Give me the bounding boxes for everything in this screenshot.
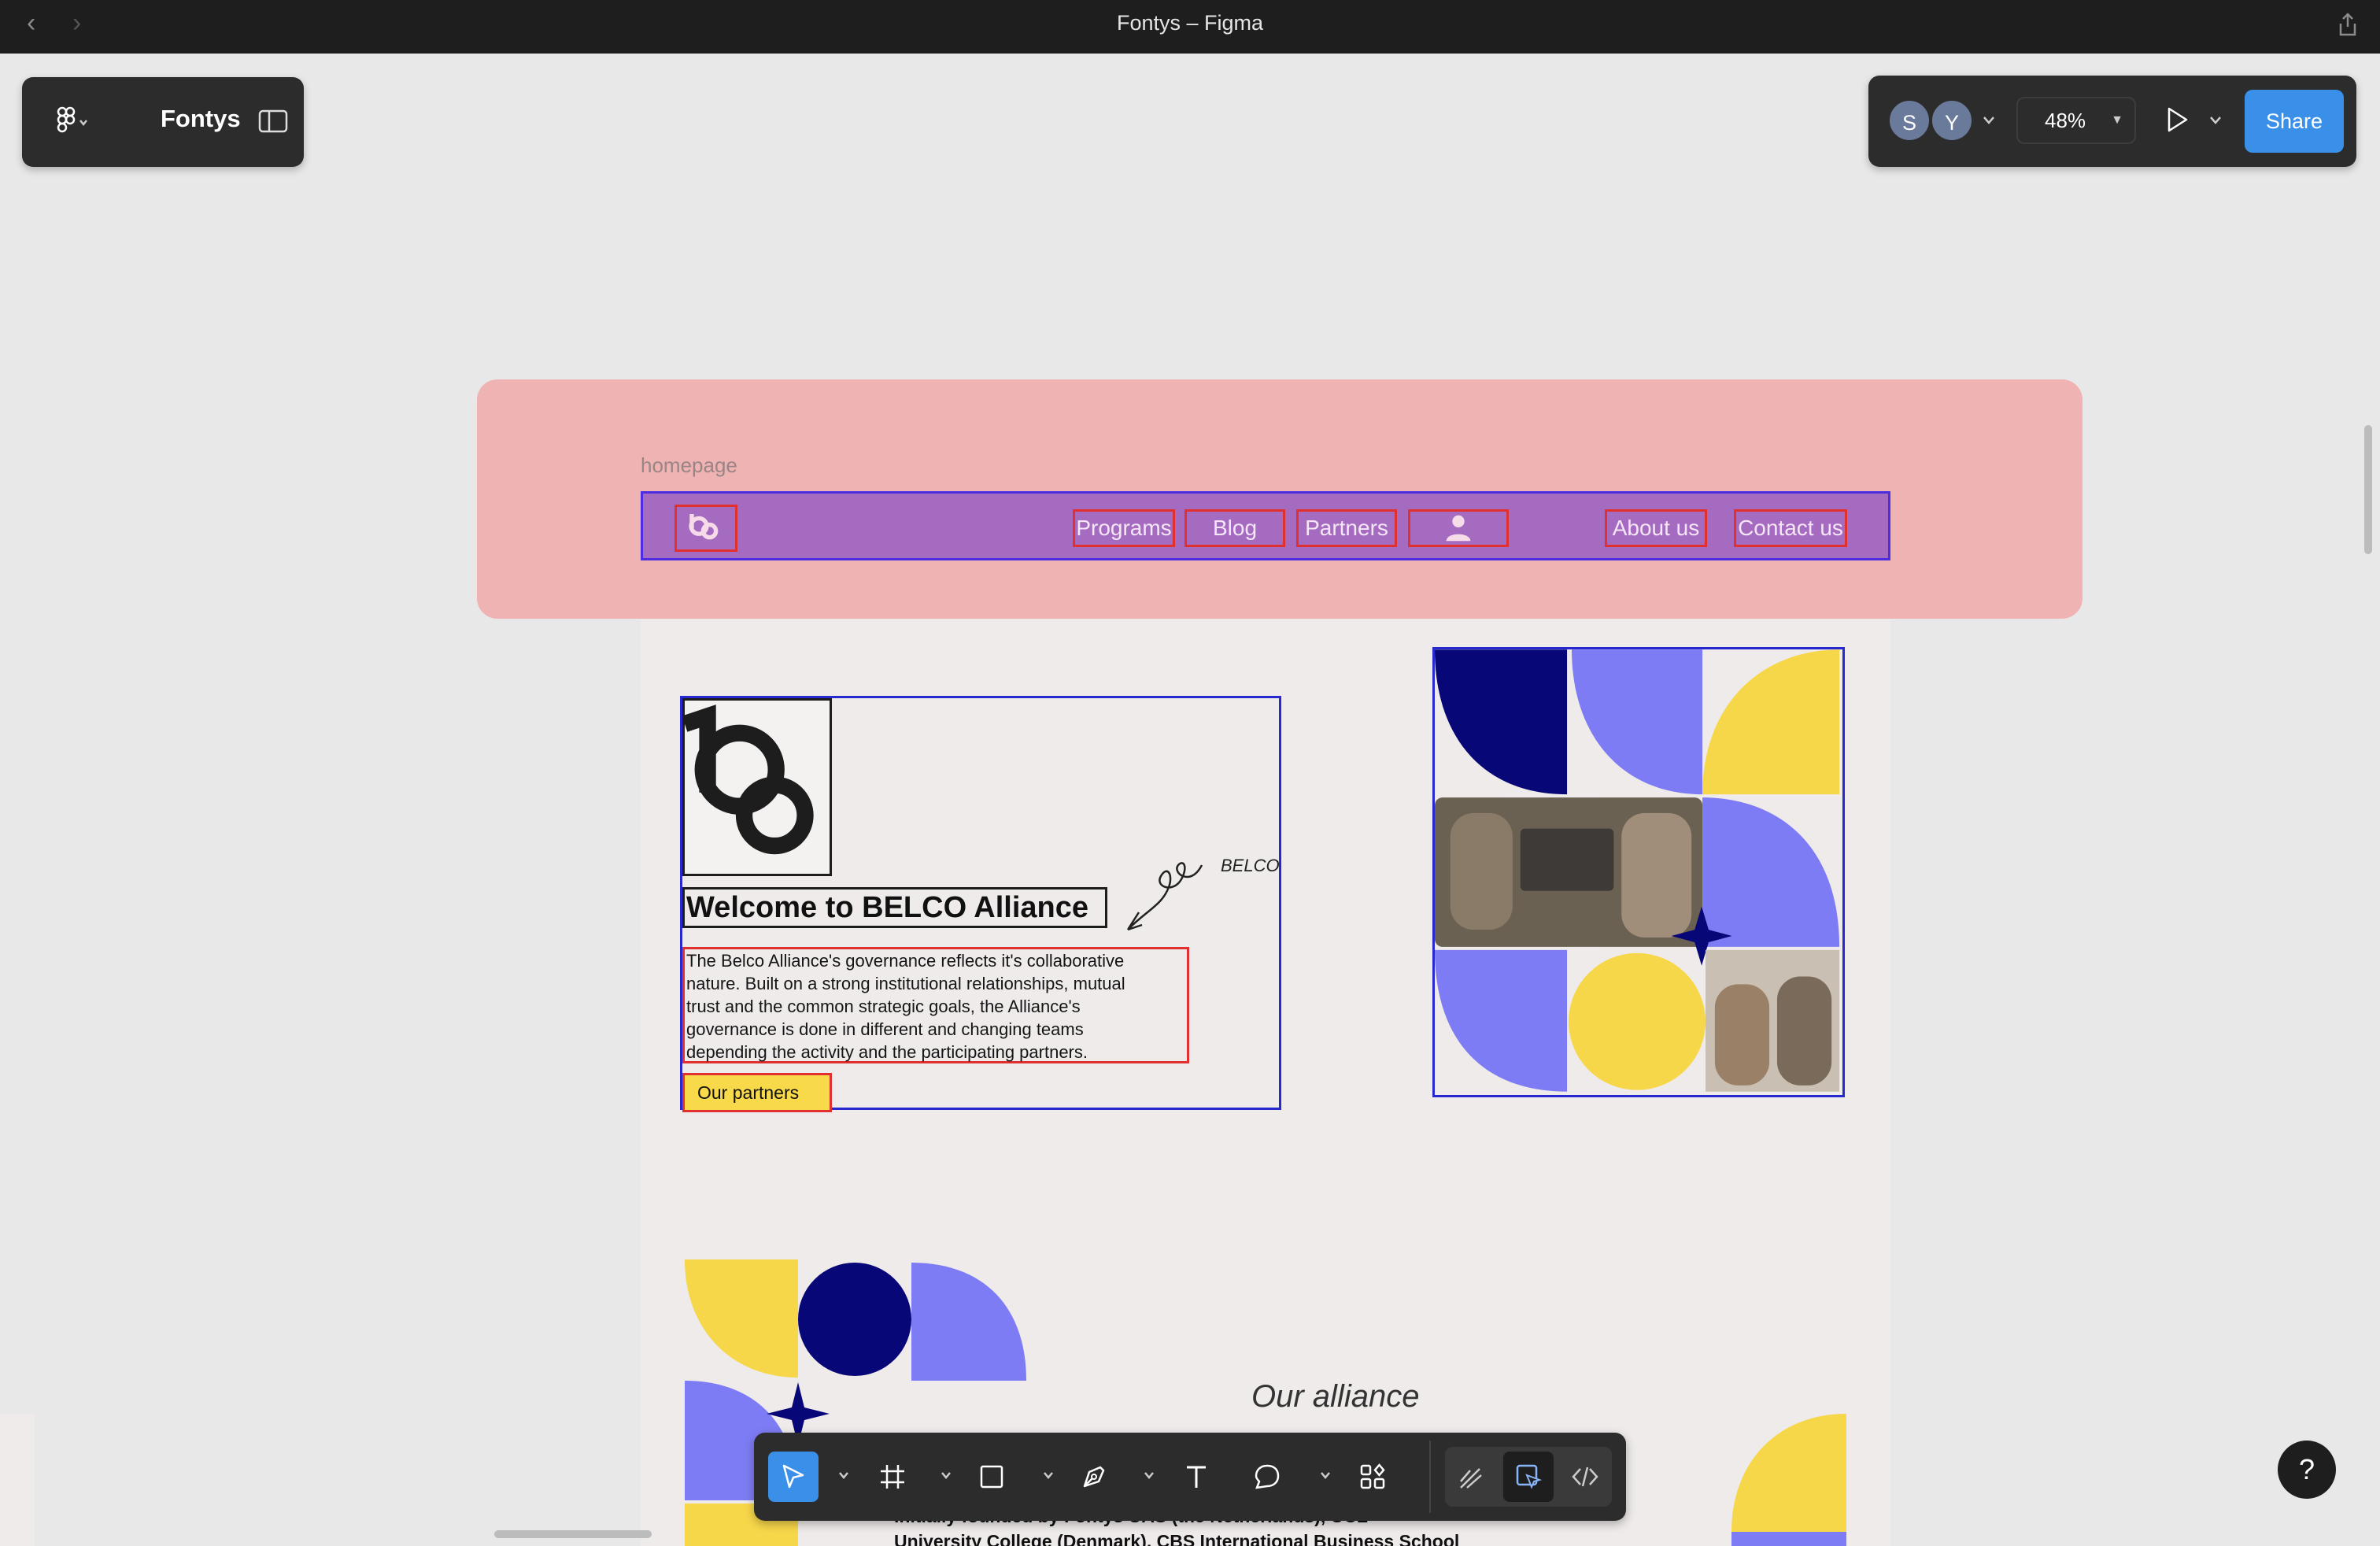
text-tool[interactable] — [1171, 1452, 1221, 1502]
cursor-arrow-icon — [782, 1464, 804, 1489]
chevron-down-icon[interactable] — [1319, 1470, 1332, 1480]
file-panel: Fontys — [22, 77, 304, 167]
present-play-icon[interactable] — [2161, 104, 2193, 135]
frame-label[interactable]: homepage — [641, 453, 737, 478]
comment-tool[interactable] — [1242, 1452, 1292, 1502]
avatar[interactable]: Y — [1930, 98, 1974, 142]
our-partners-button[interactable]: Our partners — [682, 1073, 832, 1112]
user-icon — [1446, 515, 1471, 542]
alliance-decor-graphic-right — [1731, 1414, 1846, 1546]
chevron-down-icon[interactable] — [940, 1470, 952, 1480]
vertical-scrollbar[interactable] — [2364, 425, 2372, 554]
share-button[interactable]: Share — [2245, 90, 2344, 153]
file-name[interactable]: Fontys — [161, 105, 241, 133]
frame-tool[interactable] — [867, 1452, 918, 1502]
hero-description-line: depending the activity and the participa… — [686, 1042, 1088, 1062]
chevron-down-icon[interactable] — [1042, 1470, 1055, 1480]
belco-logo-icon — [689, 514, 719, 540]
nav-link-about[interactable]: About us — [1605, 509, 1707, 547]
chevron-down-icon: ▼ — [2111, 113, 2123, 127]
site-navbar[interactable]: Programs Blog Partners About us Contact … — [641, 491, 1890, 560]
tools-toolbar — [754, 1433, 1626, 1521]
design-mode-icon — [1516, 1464, 1543, 1489]
signature-squiggle-icon — [1126, 862, 1203, 931]
hero-mosaic[interactable] — [1432, 647, 1845, 1097]
resources-grid-icon — [1360, 1463, 1385, 1489]
zoom-select[interactable]: 48% ▼ — [2016, 97, 2136, 144]
draw-squiggle-icon — [1460, 1468, 1482, 1489]
chevron-down-icon[interactable] — [2208, 115, 2223, 126]
horizontal-scrollbar[interactable] — [494, 1530, 652, 1538]
window-titlebar: ‹ › Fontys – Figma — [0, 0, 2380, 54]
chevron-down-icon[interactable] — [1143, 1470, 1155, 1480]
nav-link-contact[interactable]: Contact us — [1734, 509, 1847, 547]
nav-link-programs[interactable]: Programs — [1073, 509, 1175, 547]
chevron-down-icon[interactable] — [1982, 115, 1996, 126]
hero-description-line: trust and the common strategic goals, th… — [686, 997, 1081, 1016]
pen-nib-icon — [1083, 1466, 1105, 1488]
sidebar-toggle-icon[interactable] — [258, 109, 288, 134]
rectangle-icon — [980, 1465, 1003, 1489]
signature-tag[interactable]: BELCO — [1221, 856, 1280, 876]
nav-logo[interactable] — [674, 505, 737, 552]
share-icon[interactable] — [2336, 11, 2360, 38]
hero-logo[interactable] — [682, 698, 832, 876]
zoom-value: 48% — [2045, 109, 2086, 132]
pen-tool[interactable] — [1069, 1452, 1119, 1502]
nav-account[interactable] — [1408, 509, 1509, 547]
comment-bubble-icon — [1255, 1464, 1280, 1489]
hero-title[interactable]: Welcome to BELCO Alliance — [682, 887, 1107, 928]
dev-mode[interactable] — [1560, 1452, 1610, 1502]
nav-link-partners[interactable]: Partners — [1296, 509, 1397, 547]
mosaic-graphic — [1435, 649, 1840, 1092]
code-brackets-icon — [1572, 1466, 1598, 1487]
mode-switcher — [1445, 1447, 1612, 1507]
toolbar-divider — [1429, 1441, 1431, 1513]
alliance-title[interactable]: Our alliance — [1251, 1379, 1419, 1415]
nav-link-blog[interactable]: Blog — [1184, 509, 1285, 547]
hero-description-line: nature. Built on a strong institutional … — [686, 974, 1125, 993]
belco-logo-icon — [682, 705, 814, 855]
frame-hash-icon — [881, 1465, 904, 1489]
move-tool[interactable] — [768, 1452, 819, 1502]
draw-mode[interactable] — [1447, 1452, 1497, 1502]
help-button[interactable]: ? — [2278, 1441, 2336, 1499]
collab-panel: S Y 48% ▼ Share — [1868, 76, 2356, 167]
text-t-icon — [1187, 1466, 1206, 1488]
hero-description-line: The Belco Alliance's governance reflects… — [686, 951, 1125, 971]
hero-description-line: governance is done in different and chan… — [686, 1019, 1084, 1039]
rectangle-tool[interactable] — [966, 1452, 1017, 1502]
design-mode[interactable] — [1503, 1452, 1554, 1502]
canvas-frame-edge — [0, 1414, 35, 1546]
avatar[interactable]: S — [1887, 98, 1931, 142]
hero-section[interactable]: BELCO Welcome to BELCO Alliance The Belc… — [680, 696, 1281, 1112]
window-title: Fontys – Figma — [1116, 11, 1264, 35]
alliance-text-line: University College (Denmark), CBS Intern… — [894, 1531, 1460, 1546]
figma-menu-icon[interactable] — [52, 105, 91, 139]
hero-description[interactable]: The Belco Alliance's governance reflects… — [682, 947, 1189, 1063]
chevron-down-icon[interactable] — [837, 1470, 850, 1480]
resources-tool[interactable] — [1347, 1452, 1398, 1502]
